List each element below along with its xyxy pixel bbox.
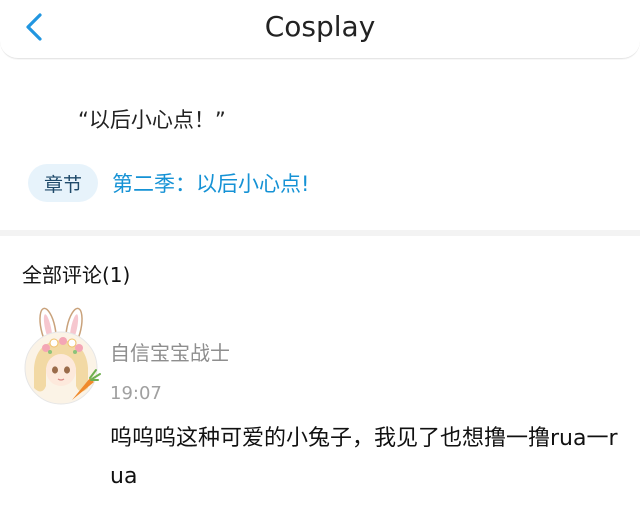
comments-title: 全部评论(1) — [22, 263, 131, 287]
avatar[interactable] — [20, 306, 102, 406]
comment-username[interactable]: 自信宝宝战士 — [110, 340, 230, 366]
chapter-link[interactable]: 第二季：以后小心点! — [112, 168, 309, 198]
page-title: Cosplay — [264, 10, 376, 43]
chapter-tag: 章节 — [28, 164, 99, 202]
top-bar: Cosplay — [0, 0, 640, 59]
section-divider — [0, 230, 640, 236]
post-quote: “以后小心点！” — [78, 108, 226, 132]
chapter-row: 章节 第二季：以后小心点! — [28, 164, 309, 202]
comment-text: 呜呜呜这种可爱的小兔子，我见了也想撸一撸rua一rua — [110, 426, 618, 489]
bunny-girl-avatar-icon — [24, 307, 101, 405]
comment-timestamp: 19:07 — [110, 383, 162, 404]
